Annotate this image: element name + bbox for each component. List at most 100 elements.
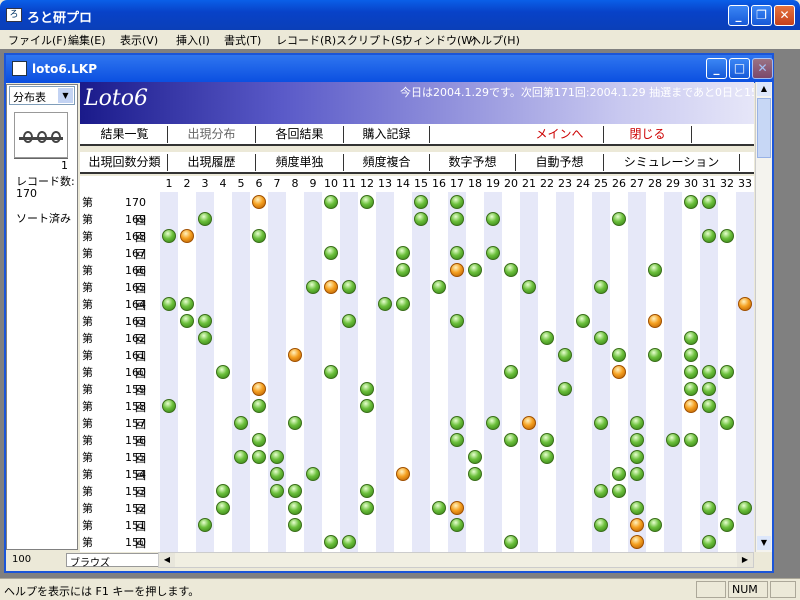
nav-auto-predict[interactable]: 自動予想 (516, 154, 604, 171)
row-label[interactable]: 第 165回 (80, 279, 158, 312)
row-label[interactable]: 第 167回 (80, 245, 158, 278)
row-label[interactable]: 第 169回 (80, 211, 158, 244)
bonus-ball-icon (396, 467, 410, 481)
column-stripe (538, 192, 556, 552)
row-label[interactable]: 第 161回 (80, 347, 158, 380)
row-label[interactable]: 第 155回 (80, 449, 158, 482)
vertical-scrollbar[interactable]: ▲ ▼ (755, 82, 772, 552)
row-label[interactable]: 第 151回 (80, 517, 158, 550)
restore-button[interactable]: ❐ (751, 5, 772, 26)
nav-close[interactable]: 閉じる (604, 126, 692, 143)
hit-ball-icon (486, 246, 500, 260)
hit-ball-icon (234, 416, 248, 430)
nav-freq-combo[interactable]: 頻度複合 (344, 154, 430, 171)
column-stripe (304, 192, 322, 552)
row-label[interactable]: 第 156回 (80, 432, 158, 465)
hit-ball-icon (234, 450, 248, 464)
horizontal-scrollbar[interactable]: ◀ ▶ (158, 552, 754, 568)
child-title-bar[interactable]: loto6.LKP _ □ ✕ (6, 55, 773, 83)
row-label[interactable]: 第 154回 (80, 466, 158, 499)
column-number: 26 (612, 177, 626, 190)
column-stripe (736, 192, 754, 552)
row-label[interactable]: 第 158回 (80, 398, 158, 431)
scroll-left-icon[interactable]: ◀ (159, 553, 175, 567)
row-label[interactable]: 第 152回 (80, 500, 158, 533)
menu-format[interactable]: 書式(T) (224, 32, 261, 48)
nav-history[interactable]: 出現履歴 (168, 154, 256, 171)
menu-edit[interactable]: 編集(E) (68, 32, 106, 48)
book-icon[interactable] (14, 112, 68, 158)
scroll-down-icon[interactable]: ▼ (757, 536, 771, 550)
nav-each-result[interactable]: 各回結果 (256, 126, 344, 143)
hit-ball-icon (450, 246, 464, 260)
menu-view[interactable]: 表示(V) (120, 32, 158, 48)
hit-ball-icon (594, 331, 608, 345)
column-number: 23 (558, 177, 572, 190)
chevron-down-icon[interactable]: ▼ (58, 88, 73, 103)
hit-ball-icon (342, 314, 356, 328)
column-stripe (646, 192, 664, 552)
row-label[interactable]: 第 157回 (80, 415, 158, 448)
hit-ball-icon (576, 314, 590, 328)
column-number: 12 (360, 177, 374, 190)
hit-ball-icon (702, 382, 716, 396)
nav-predict[interactable]: 数字予想 (430, 154, 516, 171)
distribution-grid: 1 2 3 4 5 6 7 8 9 10 11 12 13 14 15 16 17 18 19 20 21 22 23 24 2… (80, 176, 754, 552)
nav-distribution[interactable]: 出現分布 (168, 126, 256, 143)
column-stripe (556, 192, 574, 552)
nav-freq-single[interactable]: 頻度単独 (256, 154, 344, 171)
scroll-right-icon[interactable]: ▶ (737, 553, 753, 567)
row-label[interactable]: 第 164回 (80, 296, 158, 329)
menu-record[interactable]: レコード(R) (276, 32, 336, 48)
bonus-ball-icon (450, 501, 464, 515)
menu-script[interactable]: スクリプト(S) (336, 32, 407, 48)
column-stripe (520, 192, 538, 552)
hit-ball-icon (540, 331, 554, 345)
nav-result-list[interactable]: 結果一覧 (82, 126, 168, 143)
scroll-thumb[interactable] (757, 98, 771, 158)
column-stripe (376, 192, 394, 552)
hit-ball-icon (702, 229, 716, 243)
menu-window[interactable]: ウィンドウ(W) (402, 32, 476, 48)
column-stripe (160, 192, 178, 552)
menu-insert[interactable]: 挿入(I) (176, 32, 210, 48)
menu-file[interactable]: ファイル(F) (8, 32, 67, 48)
row-label[interactable]: 第 168回 (80, 228, 158, 261)
hit-ball-icon (612, 467, 626, 481)
mode-select[interactable]: ブラウズ (66, 553, 162, 569)
hit-ball-icon (720, 229, 734, 243)
column-number: 18 (468, 177, 482, 190)
row-label[interactable]: 第 162回 (80, 330, 158, 363)
row-label[interactable]: 第 163回 (80, 313, 158, 346)
row-label[interactable]: 第 160回 (80, 364, 158, 397)
hit-ball-icon (648, 518, 662, 532)
nav-main[interactable]: メインへ (516, 126, 604, 143)
column-number: 3 (201, 177, 209, 190)
scroll-up-icon[interactable]: ▲ (757, 82, 771, 96)
child-minimize-button[interactable]: _ (706, 58, 727, 79)
hit-ball-icon (540, 433, 554, 447)
nav-purchase[interactable]: 購入記録 (344, 126, 430, 143)
row-label[interactable]: 第 159回 (80, 381, 158, 414)
row-label[interactable]: 第 166回 (80, 262, 158, 295)
layout-select[interactable]: 分布表 ▼ (9, 86, 75, 105)
row-label[interactable]: 第 170回 (80, 194, 158, 227)
zoom-level[interactable]: 100 (12, 554, 31, 565)
nav-count-class[interactable]: 出現回数分類 (82, 154, 168, 171)
row-label[interactable]: 第 153回 (80, 483, 158, 516)
close-button[interactable]: ✕ (774, 5, 795, 26)
hit-ball-icon (450, 433, 464, 447)
hit-ball-icon (198, 331, 212, 345)
menu-help[interactable]: ヘルプ(H) (470, 32, 520, 48)
hit-ball-icon (306, 280, 320, 294)
nav-simulation[interactable]: シミュレーション (604, 154, 740, 171)
child-maximize-button[interactable]: □ (729, 58, 750, 79)
row-label[interactable]: 第150回 (80, 534, 158, 552)
column-number: 22 (540, 177, 554, 190)
title-bar[interactable]: ろ ろと研プロ _ ❐ ✕ (0, 0, 800, 30)
column-stripe (178, 192, 196, 552)
minimize-button[interactable]: _ (728, 5, 749, 26)
column-stripe (250, 192, 268, 552)
nav-primary: 結果一覧 出現分布 各回結果 購入記録 メインへ 閉じる (80, 124, 754, 146)
child-close-button[interactable]: ✕ (752, 58, 773, 79)
